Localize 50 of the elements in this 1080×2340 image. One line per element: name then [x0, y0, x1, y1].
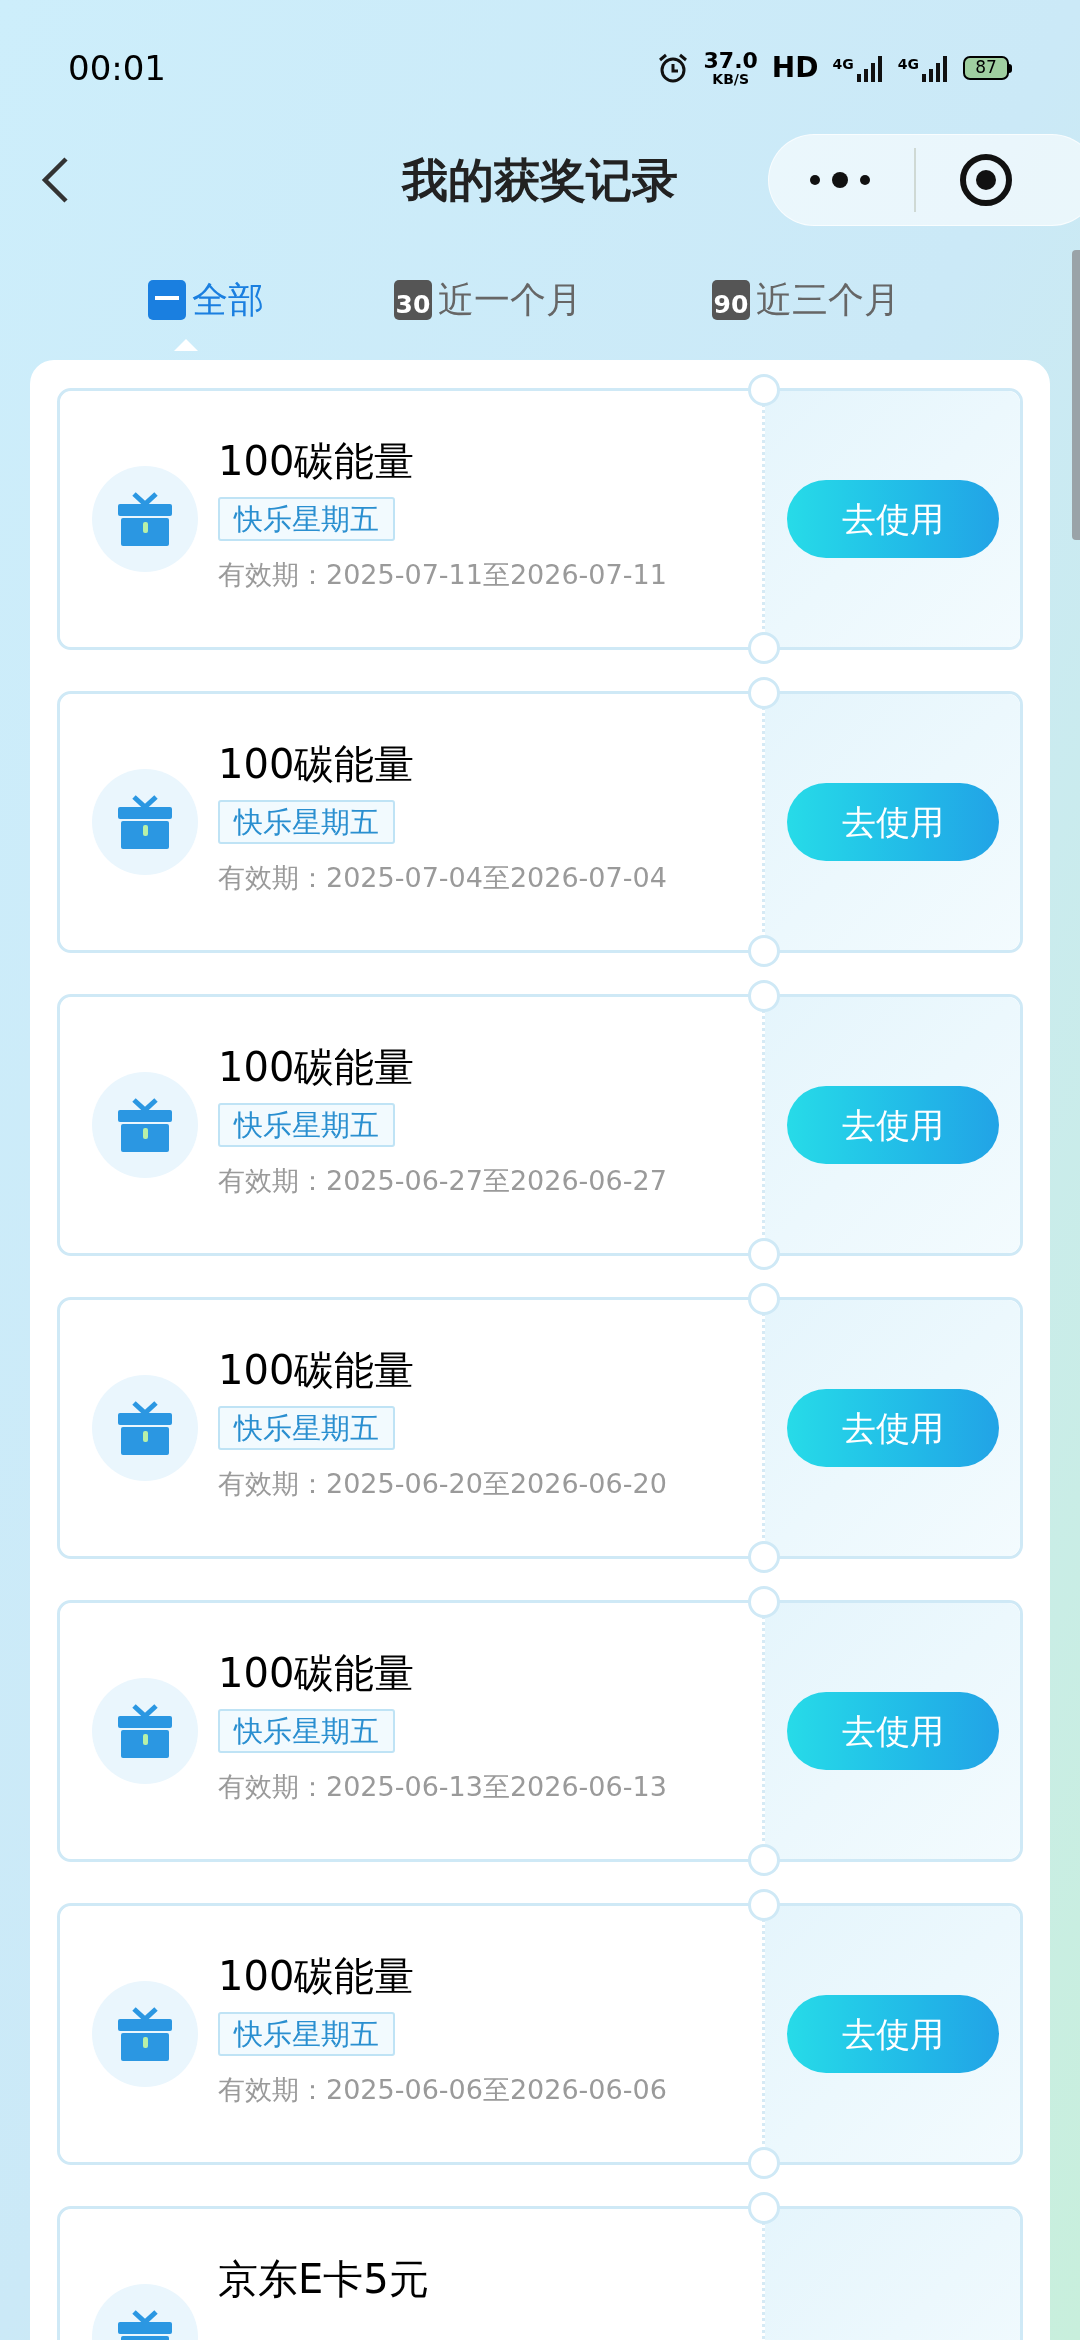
hd-label: HD	[771, 50, 819, 86]
campaign-tag: 快乐星期五	[218, 1103, 395, 1147]
filter-tab[interactable]: 90 近三个月	[712, 273, 900, 327]
use-button[interactable]: 去使用	[786, 1995, 999, 2073]
battery-level: 87	[963, 56, 1009, 80]
network-speed: 37.0	[703, 50, 758, 72]
signal-icon	[921, 54, 949, 82]
use-button[interactable]: 去使用	[786, 480, 999, 558]
validity-text: 有效期：2025-07-11至2026-07-11	[218, 558, 667, 592]
network-label: 4G	[832, 55, 854, 74]
gift-icon	[92, 1375, 198, 1481]
filter-tab[interactable]: 30 近一个月	[394, 273, 582, 327]
battery-tip	[1009, 63, 1012, 73]
calendar-icon: 30	[394, 280, 432, 320]
prize-title: 100碳能量	[218, 1346, 415, 1395]
gift-icon	[92, 769, 198, 875]
prize-title: 100碳能量	[218, 1649, 415, 1698]
gift-icon	[92, 1678, 198, 1784]
use-button[interactable]: 去使用	[786, 1389, 999, 1467]
campaign-tag: 快乐星期五	[218, 1406, 395, 1450]
calendar-icon: 90	[712, 280, 750, 320]
back-icon[interactable]	[40, 155, 70, 205]
use-button[interactable]: 去使用	[786, 1086, 999, 1164]
use-button[interactable]: 去使用	[786, 783, 999, 861]
validity-text: 有效期：2025-06-27至2026-06-27	[218, 1164, 667, 1198]
prize-title: 100碳能量	[218, 740, 415, 789]
campaign-tag: 快乐星期五	[218, 1709, 395, 1753]
close-icon[interactable]	[959, 153, 1013, 207]
prize-title: 京东E卡5元	[218, 2255, 429, 2304]
validity-text: 有效期：2025-07-04至2026-07-04	[218, 861, 667, 895]
signal-icon	[855, 54, 884, 82]
validity-text: 有效期：2025-06-06至2026-06-06	[218, 2073, 667, 2107]
gift-icon	[92, 1072, 198, 1178]
validity-text: 有效期：2025-06-20至2026-06-20	[218, 1467, 667, 1501]
calendar-icon	[148, 280, 186, 320]
validity-text: 有效期：2025-06-13至2026-06-13	[218, 1770, 667, 1804]
prize-title: 100碳能量	[218, 1043, 415, 1092]
page-title: 我的获奖记录	[400, 151, 679, 209]
speed-unit: KB/S	[712, 72, 750, 86]
more-icon[interactable]	[809, 169, 871, 191]
gift-icon	[92, 466, 198, 572]
prize-title: 100碳能量	[218, 1952, 415, 2001]
campaign-tag: 快乐星期五	[218, 2012, 395, 2056]
prize-title: 100碳能量	[218, 437, 415, 486]
campaign-tag: 快乐星期五	[218, 497, 395, 541]
use-button[interactable]: 去使用	[786, 1692, 999, 1770]
clock-time: 00:01	[68, 46, 166, 90]
campaign-tag: 快乐星期五	[218, 800, 395, 844]
network-label: 4G	[897, 55, 919, 74]
gift-icon	[92, 1981, 198, 2087]
